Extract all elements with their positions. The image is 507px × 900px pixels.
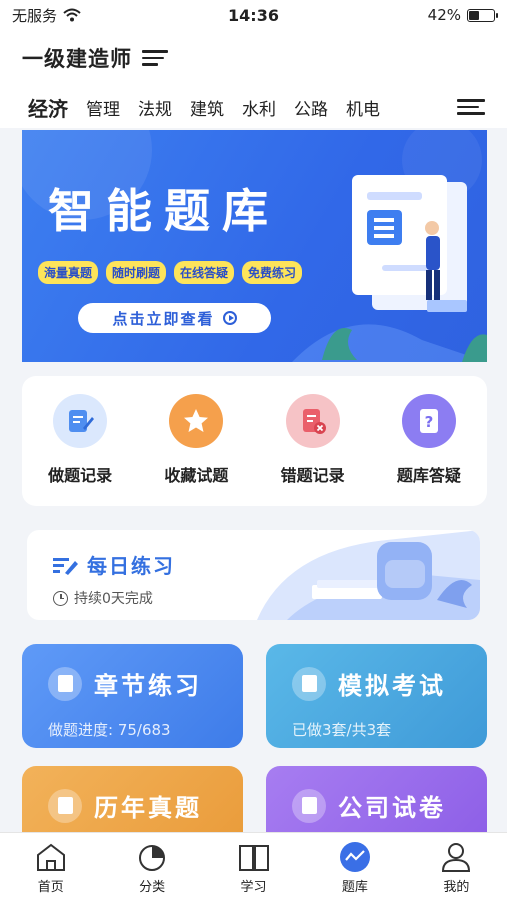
quick-action-mistakes[interactable]: 错题记录 <box>263 394 363 506</box>
app-header: 一级建造师 <box>0 30 507 86</box>
bottom-tab-bar: 首页 分类 学习 题库 我的 <box>0 832 507 900</box>
tabbar-label: 题库 <box>341 880 368 895</box>
daily-title-text: 每日练习 <box>87 554 175 578</box>
battery-icon <box>467 8 498 22</box>
battery-percent: 42% <box>427 6 461 24</box>
card-title: 章节练习 <box>94 672 202 700</box>
chapter-icon <box>48 666 82 701</box>
quick-action-history[interactable]: 做题记录 <box>30 394 130 506</box>
tab-economy[interactable]: 经济 <box>28 93 68 122</box>
banner-tags: 海量真题 随时刷题 在线答疑 免费练习 <box>38 261 303 284</box>
daily-subtitle-text: 持续0天完成 <box>74 591 153 607</box>
battery-fill <box>469 10 479 20</box>
tabbar-item-home[interactable]: 首页 <box>0 833 101 900</box>
wifi-icon <box>63 8 81 22</box>
banner-cta-button[interactable]: 点击立即查看 <box>78 303 271 333</box>
quick-action-qa[interactable]: ? 题库答疑 <box>379 394 479 506</box>
quick-action-label: 错题记录 <box>280 466 345 485</box>
tabbar-item-mine[interactable]: 我的 <box>406 833 507 900</box>
tab-highway[interactable]: 公路 <box>294 95 328 120</box>
tab-management[interactable]: 管理 <box>86 95 120 120</box>
clock-time: 14:36 <box>228 5 279 25</box>
exam-switch-icon[interactable] <box>142 50 168 66</box>
book-icon <box>237 840 271 874</box>
tabbar-item-study[interactable]: 学习 <box>203 833 304 900</box>
quick-action-label: 收藏试题 <box>164 466 229 485</box>
card-title: 历年真题 <box>94 794 202 822</box>
paper-icon <box>292 788 326 823</box>
exam-book-icon <box>292 666 326 701</box>
tab-regulations[interactable]: 法规 <box>138 95 172 120</box>
banner-tag: 随时刷题 <box>106 261 167 284</box>
card-title: 公司试卷 <box>338 794 446 822</box>
pie-icon <box>135 840 169 874</box>
tabbar-label: 我的 <box>443 880 470 895</box>
quick-action-favorites[interactable]: 收藏试题 <box>146 394 246 506</box>
card-subtitle: 已做3套/共3套 <box>292 721 392 739</box>
star-icon <box>169 394 224 448</box>
banner-tag: 免费练习 <box>242 261 303 284</box>
quick-actions: 做题记录 收藏试题 错题记录 ? 题库答疑 <box>22 376 487 506</box>
daily-title: 每日练习 <box>53 550 175 579</box>
tab-construction[interactable]: 建筑 <box>190 95 224 120</box>
play-icon <box>222 311 237 325</box>
chapter-practice-card[interactable]: 章节练习 做题进度: 75/683 <box>22 644 243 748</box>
banner-tag: 海量真题 <box>38 261 99 284</box>
svg-text:?: ? <box>425 413 434 431</box>
carrier-label: 无服务 <box>12 6 58 25</box>
user-icon <box>439 840 473 874</box>
practice-icon <box>53 557 78 575</box>
mock-exam-card[interactable]: 模拟考试 已做3套/共3套 <box>266 644 487 748</box>
banner-tag: 在线答疑 <box>174 261 235 284</box>
tabbar-item-category[interactable]: 分类 <box>101 833 202 900</box>
edit-icon <box>53 394 108 448</box>
card-subtitle: 做题进度: 75/683 <box>48 721 171 739</box>
tab-water[interactable]: 水利 <box>242 95 276 120</box>
banner-title: 智能题库 <box>48 184 280 238</box>
tabbar-label: 首页 <box>37 880 64 895</box>
status-bar: 无服务 14:36 42% <box>0 0 507 30</box>
tabbar-label: 学习 <box>240 880 267 895</box>
more-tabs-icon[interactable] <box>457 99 485 115</box>
banner-cta-label: 点击立即查看 <box>112 309 215 328</box>
wrong-doc-icon <box>285 394 340 448</box>
clock-icon <box>53 590 68 606</box>
subject-tabs: 经济 管理 法规 建筑 水利 公路 机电 <box>0 86 507 128</box>
quick-action-label: 题库答疑 <box>396 466 461 485</box>
tab-electromechanical[interactable]: 机电 <box>346 95 380 120</box>
quick-action-label: 做题记录 <box>48 466 113 485</box>
home-icon <box>34 840 68 874</box>
promo-banner[interactable]: 智能题库 海量真题 随时刷题 在线答疑 免费练习 点击立即查看 <box>22 130 487 362</box>
chart-icon <box>338 840 372 874</box>
exam-title[interactable]: 一级建造师 <box>22 43 132 73</box>
tabbar-label: 分类 <box>139 880 166 895</box>
card-title: 模拟考试 <box>338 672 446 700</box>
tabbar-item-question-bank[interactable]: 题库 <box>304 833 405 900</box>
daily-practice-card[interactable]: 每日练习 持续0天完成 <box>27 530 480 620</box>
calendar-icon <box>48 788 82 823</box>
question-doc-icon: ? <box>401 394 456 448</box>
daily-subtitle: 持续0天完成 <box>53 588 153 608</box>
